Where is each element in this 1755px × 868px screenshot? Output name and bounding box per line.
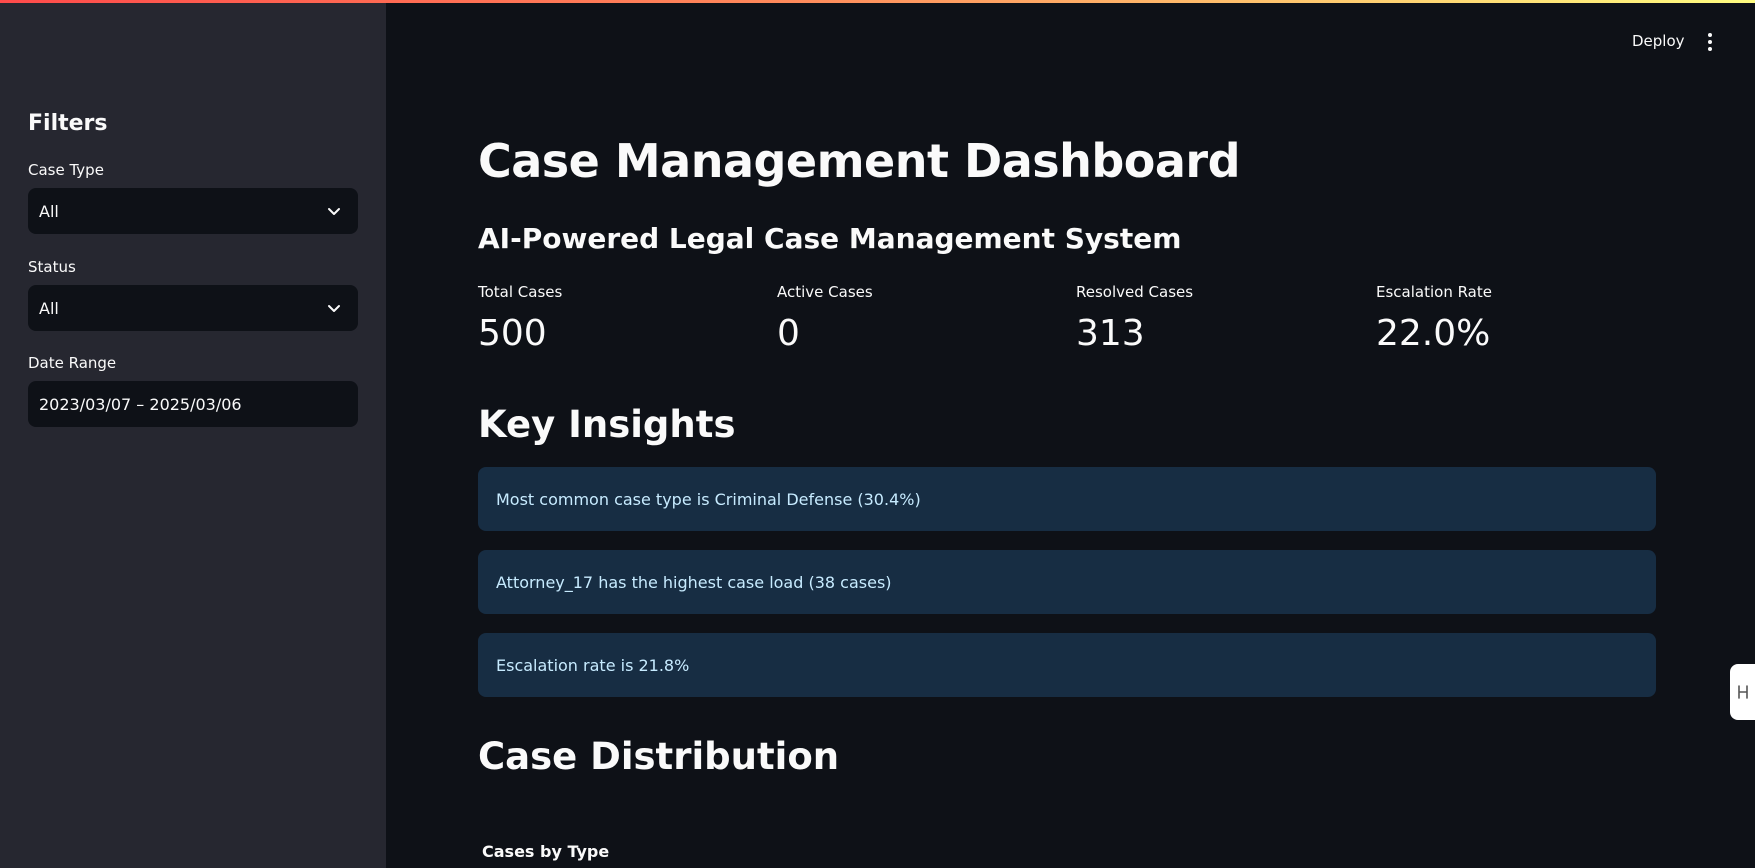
deploy-button[interactable]: Deploy bbox=[1632, 32, 1685, 50]
page-subtitle: AI-Powered Legal Case Management System bbox=[478, 222, 1182, 255]
metric-label: Total Cases bbox=[478, 283, 563, 301]
metric-active-cases: Active Cases 0 bbox=[777, 283, 873, 354]
date-range-label: Date Range bbox=[28, 354, 117, 372]
metric-value: 313 bbox=[1076, 313, 1145, 354]
metric-value: 0 bbox=[777, 313, 800, 354]
kebab-menu-icon[interactable] bbox=[1700, 30, 1720, 54]
metric-value: 22.0% bbox=[1376, 313, 1491, 354]
status-select[interactable]: All bbox=[28, 285, 358, 331]
case-type-label: Case Type bbox=[28, 161, 104, 179]
chevron-down-icon bbox=[328, 305, 340, 312]
key-insights-heading: Key Insights bbox=[478, 403, 736, 446]
metric-label: Active Cases bbox=[777, 283, 873, 301]
status-value: All bbox=[39, 298, 59, 318]
case-distribution-heading: Case Distribution bbox=[478, 735, 840, 778]
metric-label: Resolved Cases bbox=[1076, 283, 1194, 301]
metric-value: 500 bbox=[478, 313, 547, 354]
insight-box: Escalation rate is 21.8% bbox=[478, 633, 1656, 697]
status-label: Status bbox=[28, 258, 76, 276]
metric-escalation-rate: Escalation Rate 22.0% bbox=[1376, 283, 1492, 354]
expand-handle-icon[interactable] bbox=[1730, 664, 1755, 720]
chart-title: Cases by Type bbox=[482, 842, 610, 861]
top-accent-bar bbox=[0, 0, 1755, 3]
date-range-value: 2023/03/07 – 2025/03/06 bbox=[39, 394, 242, 414]
sidebar: Filters Case Type All Status All Date Ra… bbox=[0, 0, 386, 868]
sidebar-title: Filters bbox=[28, 111, 108, 136]
insight-box: Most common case type is Criminal Defens… bbox=[478, 467, 1656, 531]
page-title: Case Management Dashboard bbox=[478, 134, 1241, 188]
metric-total-cases: Total Cases 500 bbox=[478, 283, 562, 354]
metric-resolved-cases: Resolved Cases 313 bbox=[1076, 283, 1193, 354]
date-range-input[interactable]: 2023/03/07 – 2025/03/06 bbox=[28, 381, 358, 427]
metric-label: Escalation Rate bbox=[1376, 283, 1492, 301]
case-type-value: All bbox=[39, 201, 59, 221]
chevron-down-icon bbox=[328, 208, 340, 215]
case-type-select[interactable]: All bbox=[28, 188, 358, 234]
insight-box: Attorney_17 has the highest case load (3… bbox=[478, 550, 1656, 614]
